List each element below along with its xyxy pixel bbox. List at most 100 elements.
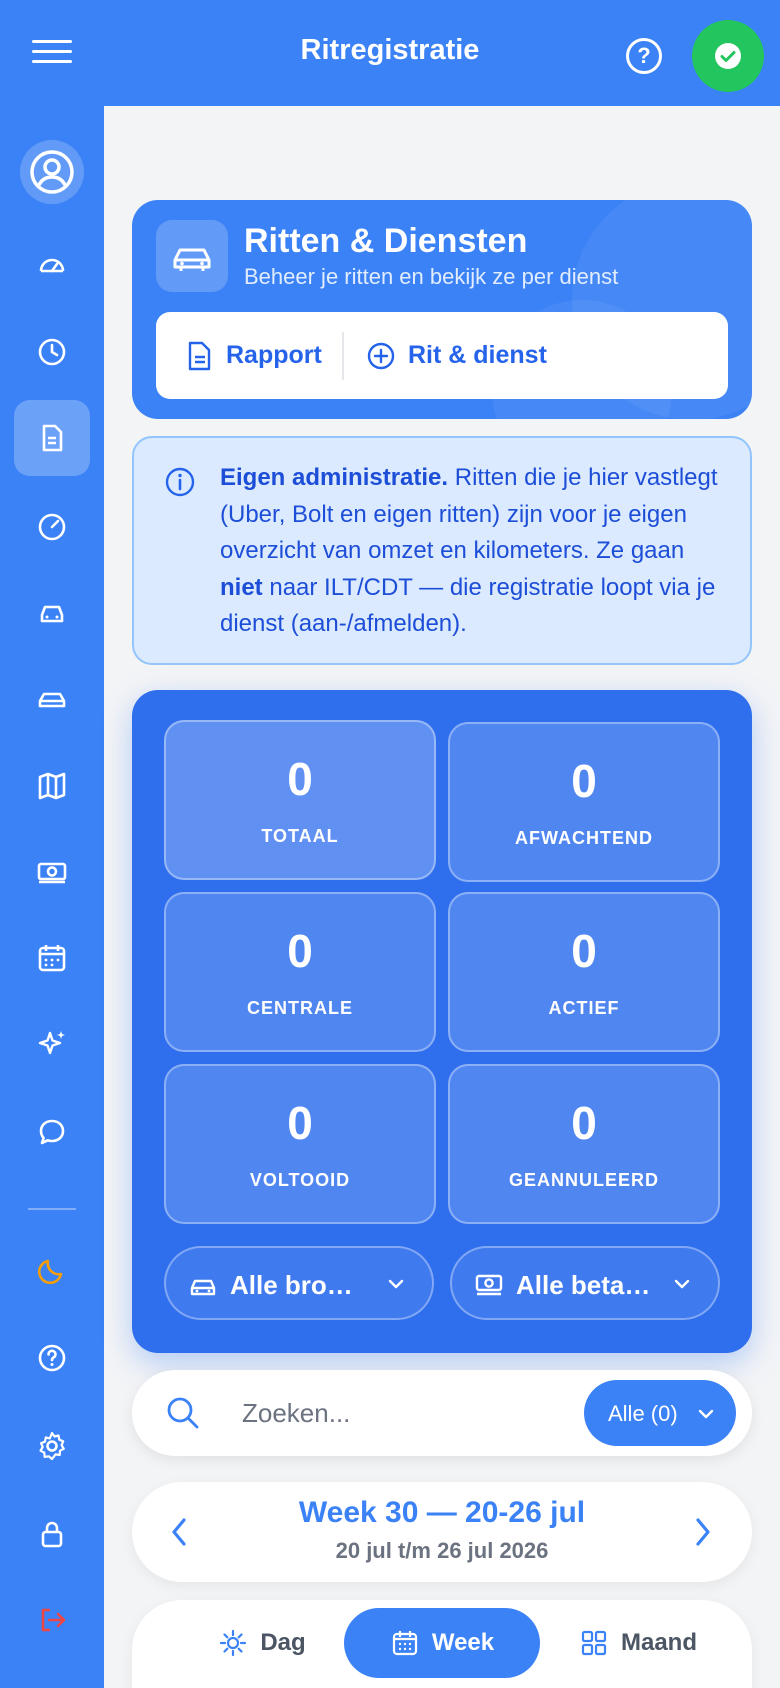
stat-value: 0 <box>287 753 313 805</box>
tab-month[interactable]: Maand <box>548 1608 728 1678</box>
stat-tile-active[interactable]: 0 ACTIEF <box>448 892 720 1052</box>
grid-icon <box>581 1630 607 1656</box>
page-title: Ritten & Diensten <box>244 222 528 260</box>
car-icon <box>40 605 64 623</box>
moon-icon <box>37 1259 63 1285</box>
source-filter-label: Alle bro… <box>230 1270 353 1300</box>
content-top-spacer <box>104 106 780 180</box>
sidebar-item-chat[interactable] <box>14 1094 90 1170</box>
search-icon <box>167 1397 199 1429</box>
tab-week[interactable]: Week <box>344 1608 540 1678</box>
document-icon <box>42 424 63 452</box>
help-icon <box>38 1344 66 1372</box>
sidebar-item-settings[interactable] <box>14 1408 90 1484</box>
stat-label: TOTAAL <box>261 826 339 846</box>
stat-label: CENTRALE <box>247 998 353 1018</box>
report-button[interactable]: Rapport <box>186 312 322 399</box>
tab-month-label: Maand <box>620 1629 697 1656</box>
info-emphasis: niet <box>220 573 263 601</box>
stat-value: 0 <box>571 1097 597 1149</box>
chevron-down-icon <box>388 1279 404 1289</box>
sidebar-item-vehicles[interactable] <box>14 574 90 650</box>
help-icon[interactable]: ? <box>626 38 662 74</box>
stats-card: 0 TOTAAL 0 AFWACHTEND 0 CENTRALE 0 ACTIE… <box>132 690 752 1353</box>
document-icon <box>188 341 211 370</box>
stat-tile-completed[interactable]: 0 VOLTOOID <box>164 1064 436 1224</box>
sidebar-item-finance[interactable] <box>14 834 90 910</box>
stat-value: 0 <box>571 925 597 977</box>
sidebar-item-logout[interactable] <box>14 1582 90 1658</box>
sidebar-item-lock[interactable] <box>14 1496 90 1572</box>
status-button[interactable] <box>692 20 764 92</box>
sparkles-icon <box>38 1031 65 1055</box>
top-bar: Ritregistratie ? <box>0 0 780 106</box>
stat-tile-central[interactable]: 0 CENTRALE <box>164 892 436 1052</box>
sidebar <box>0 106 104 1688</box>
calendar-icon <box>392 1631 417 1656</box>
stat-tile-total[interactable]: 0 TOTAAL <box>164 720 436 880</box>
add-ride-service-button[interactable]: Rit & dienst <box>366 312 547 399</box>
page-subtitle: Beheer je ritten en bekijk ze per dienst <box>244 264 619 289</box>
app-title: Ritregistratie <box>300 34 480 66</box>
week-navigator: Week 30 — 20-26 jul 20 jul t/m 26 jul 20… <box>132 1482 752 1582</box>
car-icon <box>190 1279 216 1296</box>
search-input[interactable] <box>242 1388 542 1438</box>
sidebar-item-taxi[interactable] <box>14 660 90 736</box>
search-bar: Alle (0) <box>132 1370 752 1456</box>
divider <box>342 332 344 380</box>
sidebar-divider <box>28 1208 76 1210</box>
payment-filter-dropdown[interactable]: Alle beta… <box>450 1246 720 1320</box>
status-filter-dropdown[interactable]: Alle (0) <box>584 1380 736 1446</box>
week-title: Week 30 — 20-26 jul <box>298 1496 586 1529</box>
stat-label: GEANNULEERD <box>508 1170 659 1190</box>
sun-icon <box>220 1629 247 1657</box>
stat-tile-pending[interactable]: 0 AFWACHTEND <box>448 722 720 882</box>
info-lead: Eigen administratie. <box>220 464 449 491</box>
calendar-icon <box>38 945 66 972</box>
stat-value: 0 <box>287 925 313 977</box>
info-icon <box>164 466 196 503</box>
stat-value: 0 <box>571 755 597 807</box>
tab-day[interactable]: Dag <box>172 1608 352 1678</box>
stat-tile-cancelled[interactable]: 0 GEANNULEERD <box>448 1064 720 1224</box>
sidebar-item-calendar[interactable] <box>14 920 90 996</box>
avatar[interactable] <box>20 140 84 204</box>
chevron-down-icon <box>674 1279 690 1289</box>
cash-icon <box>37 862 67 884</box>
source-filter-dropdown[interactable]: Alle bro… <box>164 1246 434 1320</box>
chevron-down-icon <box>698 1409 714 1419</box>
chevron-right-icon[interactable] <box>690 1514 716 1550</box>
tab-week-label: Week <box>431 1629 495 1656</box>
status-filter-label: Alle (0) <box>608 1401 678 1426</box>
rides-services-card: Ritten & Diensten Beheer je ritten en be… <box>132 200 752 419</box>
sidebar-item-help[interactable] <box>14 1320 90 1396</box>
taxi-icon <box>156 220 228 292</box>
dashboard-icon <box>39 258 65 273</box>
payment-filter-label: Alle beta… <box>516 1270 651 1300</box>
sidebar-item-history[interactable] <box>14 314 90 390</box>
add-ride-service-label: Rit & dienst <box>408 341 547 369</box>
tab-day-label: Dag <box>260 1629 306 1656</box>
lock-icon <box>41 1521 63 1548</box>
sidebar-item-theme[interactable] <box>14 1232 90 1308</box>
speedometer-icon <box>38 513 66 541</box>
plus-circle-icon <box>367 342 395 369</box>
check-icon <box>715 43 741 69</box>
logout-icon <box>41 1608 66 1632</box>
taxi-icon <box>38 692 66 708</box>
stat-label: ACTIEF <box>548 998 620 1018</box>
settings-icon <box>39 1431 65 1461</box>
clock-icon <box>38 338 66 366</box>
sidebar-item-dashboard[interactable] <box>14 226 90 302</box>
stat-value: 0 <box>287 1097 313 1149</box>
sidebar-item-ai[interactable] <box>14 1006 90 1082</box>
cash-icon <box>475 1274 503 1296</box>
sidebar-item-rides[interactable] <box>14 400 90 476</box>
sidebar-item-speed[interactable] <box>14 488 90 564</box>
sidebar-item-map[interactable] <box>14 748 90 824</box>
report-label: Rapport <box>226 341 322 369</box>
week-range: 20 jul t/m 26 jul 2026 <box>335 1538 549 1563</box>
stat-label: VOLTOOID <box>249 1170 351 1190</box>
info-text: Eigen administratie. Ritten die je hier … <box>220 460 730 643</box>
chat-icon <box>39 1119 65 1145</box>
